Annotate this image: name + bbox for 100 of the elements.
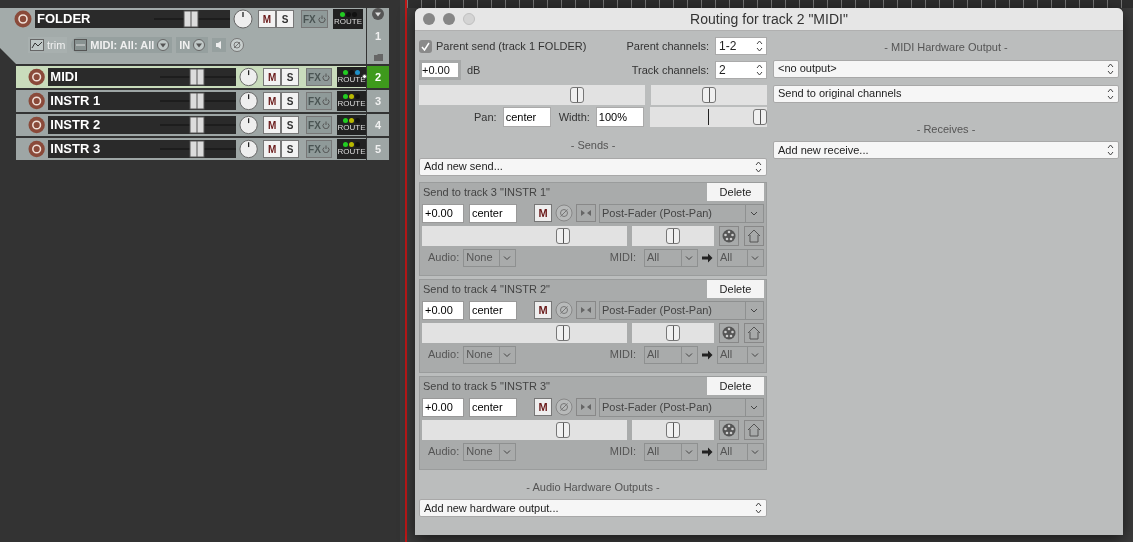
track-panel[interactable]: INSTR 2 M S FX ROUTE [16, 114, 366, 136]
volume-field[interactable]: +0.00 [422, 203, 464, 223]
close-button[interactable] [423, 13, 435, 25]
pan-slider[interactable] [651, 85, 767, 105]
pan-knob[interactable] [233, 9, 253, 29]
slider-thumb[interactable] [752, 109, 767, 125]
track-name-field[interactable]: FOLDER [35, 10, 230, 28]
checkbox[interactable] [419, 39, 432, 53]
track-name-field[interactable]: INSTR 1 [48, 92, 236, 110]
delete-button[interactable]: Delete [707, 377, 764, 395]
track-name-field[interactable]: INSTR 3 [48, 140, 236, 158]
mute-button[interactable]: M [263, 68, 282, 86]
solo-button[interactable]: S [281, 92, 300, 110]
slider-thumb[interactable] [556, 324, 571, 341]
mute-button[interactable]: M [534, 204, 552, 222]
mute-button[interactable]: M [534, 301, 552, 319]
route-button[interactable]: ROUTE [333, 9, 363, 29]
record-arm-icon[interactable] [28, 68, 46, 86]
volume-field[interactable]: +0.00 [422, 397, 464, 417]
channels-field[interactable]: 1-2 [715, 37, 767, 55]
timeline-ruler[interactable] [407, 0, 1133, 8]
slider-thumb[interactable] [556, 421, 571, 438]
volume-field[interactable]: +0.00 [419, 60, 461, 80]
volume-slider[interactable] [422, 225, 627, 246]
mute-button[interactable]: M [534, 398, 552, 416]
pan-field[interactable]: center [469, 397, 517, 417]
midi-output-dropdown[interactable]: <no output> [773, 59, 1119, 78]
record-arm-icon[interactable] [28, 140, 46, 158]
mute-button[interactable]: M [263, 92, 282, 110]
track-panel[interactable]: INSTR 1 M S FX ROUTE [16, 90, 366, 112]
house-icon[interactable] [744, 225, 764, 246]
midi-connector-icon[interactable] [719, 322, 739, 343]
send-mode-dropdown[interactable]: Post-Fader (Post-Pan) [599, 300, 764, 320]
pan-field[interactable]: center [469, 300, 517, 320]
record-arm-icon[interactable] [28, 116, 46, 134]
pan-knob[interactable] [238, 115, 259, 135]
track-name-field[interactable]: MIDI [48, 68, 236, 86]
right-arrow-icon[interactable] [702, 349, 713, 360]
slider-thumb[interactable] [666, 227, 680, 244]
volume-slider[interactable] [419, 85, 645, 105]
solo-button[interactable]: S [281, 68, 300, 86]
phase-icon[interactable] [230, 38, 245, 52]
track-panel[interactable]: MIDI M S FX ROUTE [16, 66, 366, 88]
section-heading: - Audio Hardware Outputs - [525, 479, 661, 495]
collapse-icon[interactable] [372, 8, 384, 20]
track-panel[interactable]: FOLDER M S FX ROUTE trim MIDI: All: All IN [0, 8, 366, 64]
house-icon[interactable] [744, 419, 764, 440]
route-button[interactable]: ROUTE [337, 91, 366, 111]
pan-field[interactable]: center [502, 107, 551, 127]
slider-thumb[interactable] [666, 421, 680, 438]
mono-stereo-icon[interactable] [576, 398, 596, 416]
record-arm-icon[interactable] [28, 92, 46, 110]
midi-channel-dropdown[interactable]: Send to original channels [773, 84, 1119, 103]
speaker-icon[interactable] [212, 38, 227, 52]
pan-knob[interactable] [238, 91, 259, 111]
record-arm-icon[interactable] [14, 10, 32, 28]
pan-field[interactable]: center [469, 203, 517, 223]
slider-thumb[interactable] [702, 87, 716, 103]
midi-connector-icon[interactable] [719, 225, 739, 246]
right-arrow-icon[interactable] [702, 252, 713, 263]
pan-slider[interactable] [632, 419, 714, 440]
send-mode-dropdown[interactable]: Post-Fader (Post-Pan) [599, 397, 764, 417]
mono-stereo-icon[interactable] [576, 301, 596, 319]
minimize-button[interactable] [443, 13, 455, 25]
slider-thumb[interactable] [556, 227, 571, 244]
pan-slider[interactable] [632, 225, 714, 246]
track-name-field[interactable]: INSTR 2 [48, 116, 236, 134]
slider-thumb[interactable] [570, 87, 585, 103]
track-panel[interactable]: INSTR 3 M S FX ROUTE [16, 138, 366, 160]
house-icon[interactable] [744, 322, 764, 343]
width-slider[interactable] [649, 107, 767, 127]
volume-slider[interactable] [422, 419, 627, 440]
folder-icon[interactable] [373, 54, 383, 61]
add-send-dropdown[interactable]: Add new send... [419, 157, 767, 176]
solo-button[interactable]: S [281, 116, 300, 134]
add-receive-dropdown[interactable]: Add new receive... [773, 141, 1119, 159]
solo-button[interactable]: S [281, 140, 300, 158]
route-button[interactable]: ROUTE [337, 115, 366, 135]
volume-field[interactable]: +0.00 [422, 300, 464, 320]
route-button[interactable]: ROUTE [337, 139, 366, 159]
hardware-output-dropdown[interactable]: Add new hardware output... [419, 499, 767, 517]
delete-button[interactable]: Delete [707, 183, 764, 201]
right-arrow-icon[interactable] [702, 446, 713, 457]
mute-button[interactable]: M [263, 116, 282, 134]
track-number-cell[interactable]: 2 [367, 66, 389, 88]
midi-connector-icon[interactable] [719, 419, 739, 440]
pan-slider[interactable] [632, 322, 714, 343]
mute-button[interactable]: M [263, 140, 282, 158]
pan-knob[interactable] [238, 67, 259, 87]
delete-button[interactable]: Delete [707, 280, 764, 298]
volume-slider[interactable] [422, 322, 627, 343]
channels-field[interactable]: 2 [715, 61, 767, 79]
slider-thumb[interactable] [666, 324, 680, 341]
mute-button[interactable]: M [258, 10, 276, 28]
solo-button[interactable]: S [276, 10, 294, 28]
send-mode-dropdown[interactable]: Post-Fader (Post-Pan) [599, 203, 764, 223]
pan-knob[interactable] [238, 139, 259, 159]
width-field[interactable]: 100% [595, 107, 644, 127]
mono-stereo-icon[interactable] [576, 204, 596, 222]
route-button[interactable]: ROUTE [337, 67, 366, 87]
